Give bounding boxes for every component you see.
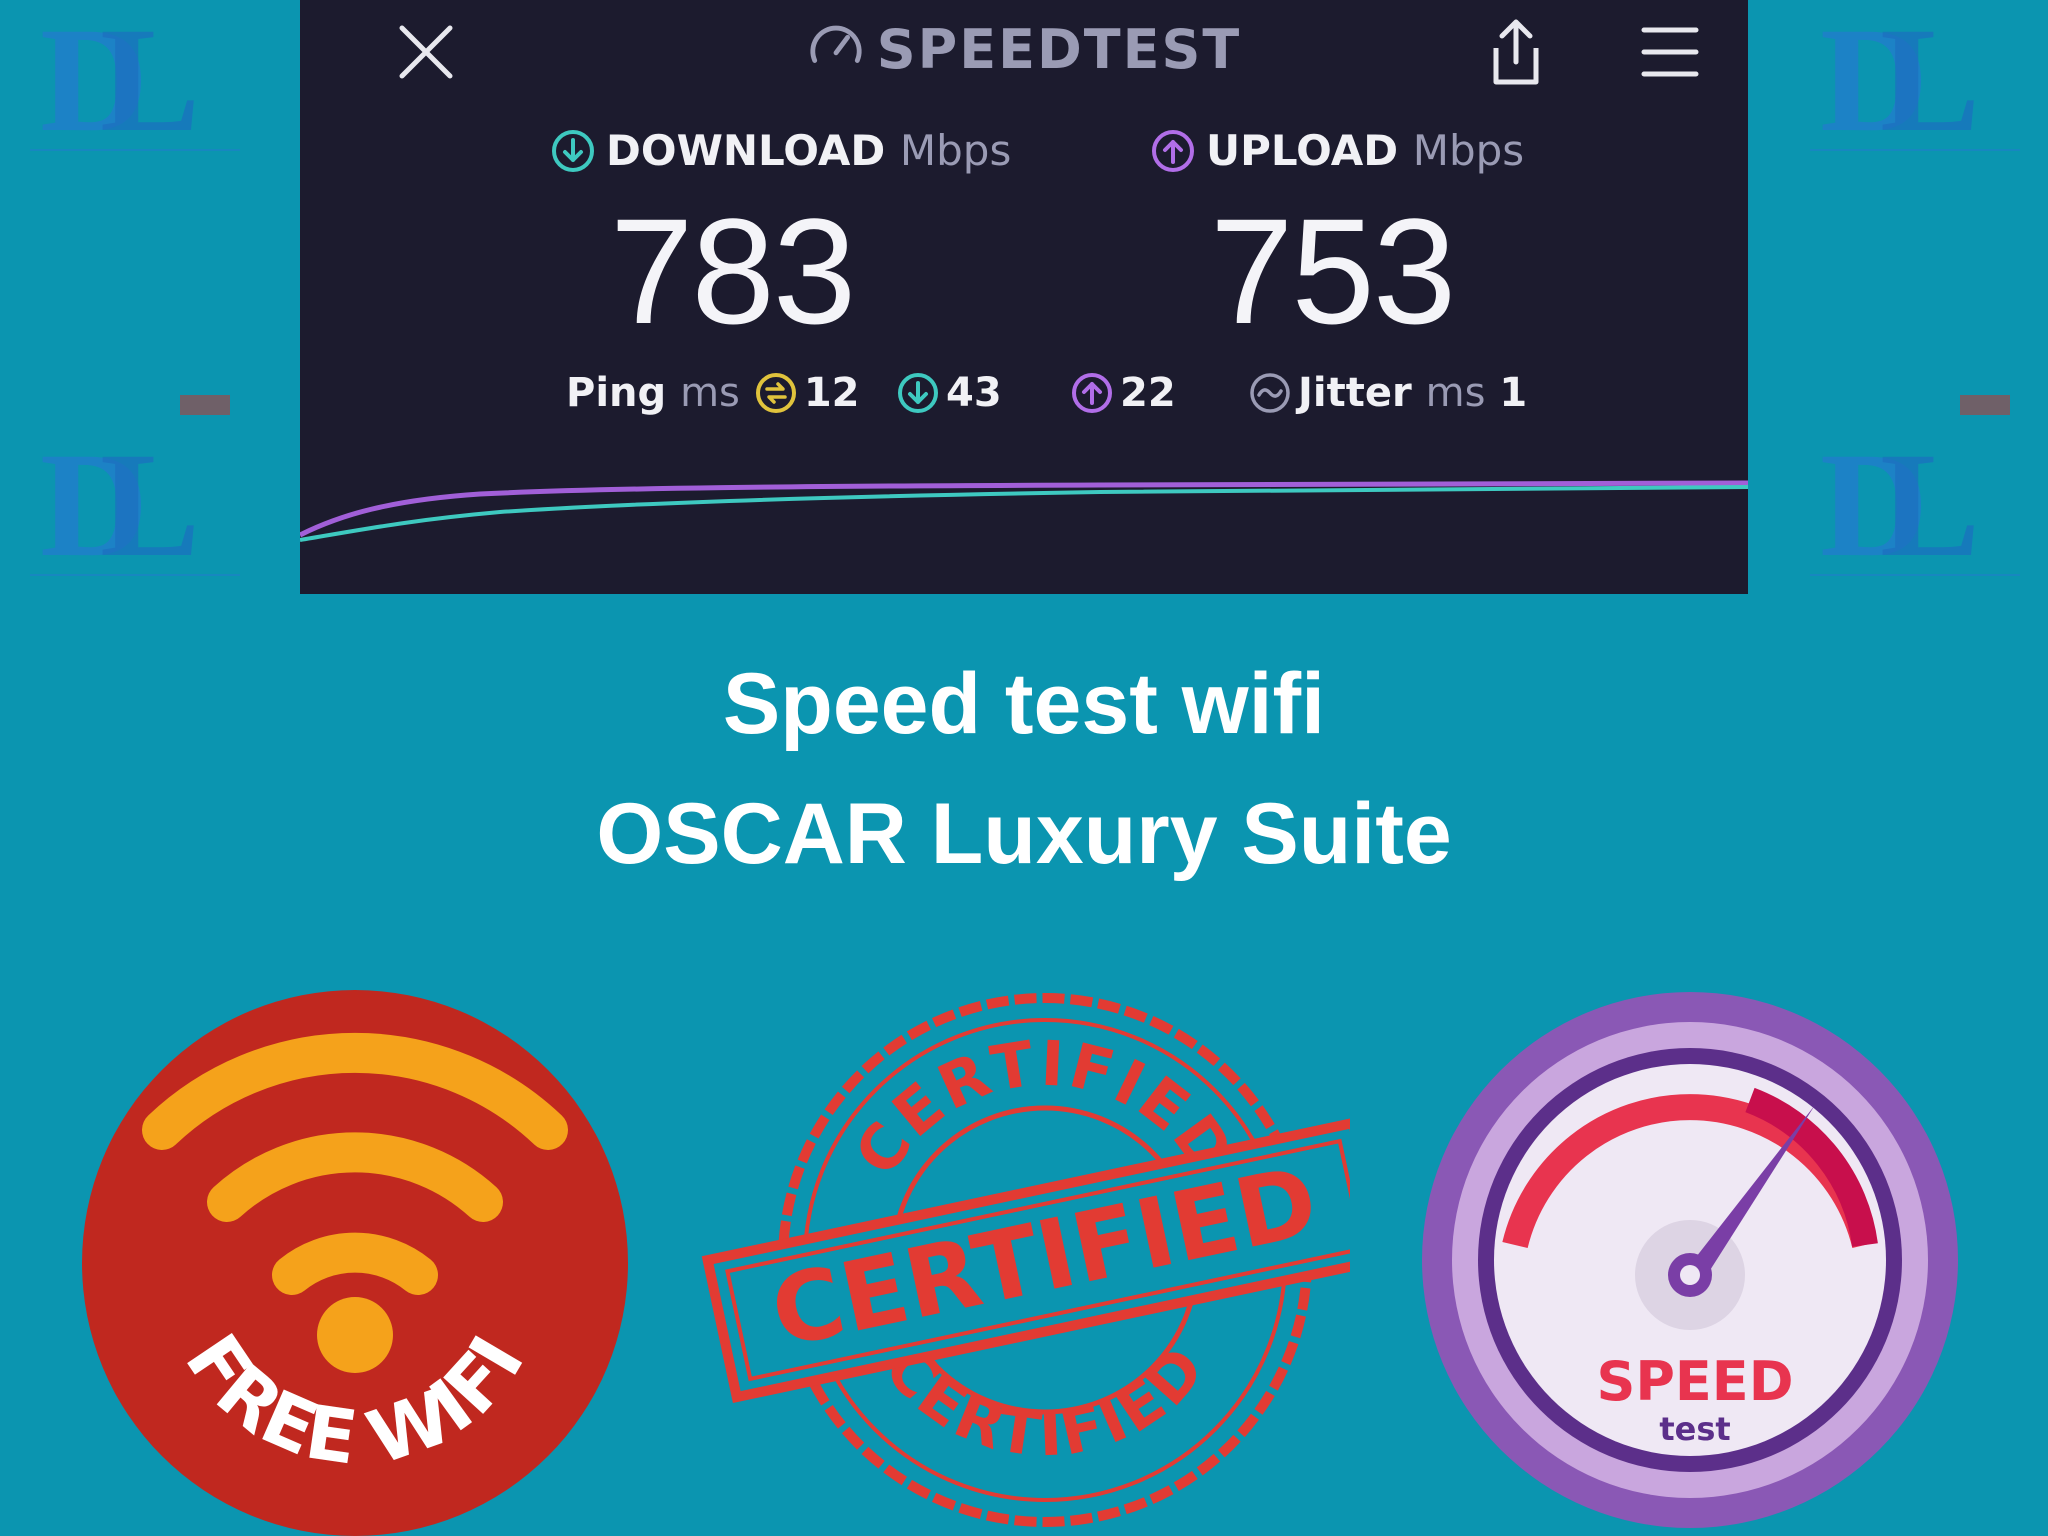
svg-text:L: L — [100, 422, 200, 588]
ping-idle: Ping ms 12 — [566, 370, 860, 416]
menu-icon[interactable] — [1640, 22, 1700, 82]
speed-graph — [300, 480, 1748, 542]
speed-test-badge: SPEED test — [1420, 990, 1960, 1530]
download-graph-line — [300, 485, 1748, 542]
svg-text:L: L — [1880, 422, 1980, 588]
download-arrow-icon — [552, 130, 594, 172]
jitter-unit: ms — [1425, 370, 1486, 416]
download-unit: Mbps — [899, 126, 1012, 175]
speed-sub-text: test — [1659, 1410, 1730, 1448]
watermark-logo-top-left: D L — [20, 0, 260, 200]
caption-line-1: Speed test wifi — [722, 656, 1326, 752]
jitter: Jitter ms 1 — [1248, 370, 1527, 416]
upload-unit: Mbps — [1412, 126, 1525, 175]
share-icon[interactable] — [1486, 16, 1546, 88]
jitter-icon — [1250, 373, 1290, 413]
svg-text:L: L — [100, 0, 200, 163]
upload-arrow-icon — [1152, 130, 1194, 172]
speedtest-result-card: SPEEDTEST DOWNLOAD Mbps 783 UPLOAD Mbps … — [300, 0, 1748, 594]
ping-label: Ping — [566, 370, 667, 416]
ping-download-value: 43 — [946, 370, 1002, 416]
jitter-label: Jitter — [1298, 370, 1412, 416]
download-header: DOWNLOAD Mbps — [550, 126, 1011, 175]
ping-download-icon — [898, 373, 938, 413]
upload-value: 753 — [1210, 187, 1456, 355]
speed-title-text: SPEED — [1596, 1350, 1793, 1413]
ping-upload-icon — [1072, 373, 1112, 413]
idle-ping-icon — [755, 373, 796, 413]
ping-download: 43 — [896, 370, 1002, 416]
watermark-logo-mid-left: D L — [20, 390, 260, 590]
certified-stamp: CERTIFIED CERTIFIED CERTIFIED — [700, 985, 1350, 1535]
upload-label: UPLOAD — [1206, 126, 1399, 175]
download-label: DOWNLOAD — [606, 126, 886, 175]
watermark-logo-mid-right: D L — [1800, 390, 2040, 590]
free-wifi-badge: FREE WIFI — [82, 990, 628, 1536]
watermark-logo-top-right: D L — [1800, 0, 2040, 200]
download-value: 783 — [610, 187, 856, 355]
gauge-icon — [807, 18, 865, 76]
ping-unit: ms — [680, 370, 740, 416]
latency-row: Ping ms 12 43 22 Jitter ms 1 — [300, 370, 1748, 430]
ping-upload-value: 22 — [1120, 370, 1176, 416]
ping-upload: 22 — [1070, 370, 1176, 416]
brand-label: SPEEDTEST — [876, 18, 1242, 81]
ping-idle-value: 12 — [803, 370, 860, 416]
jitter-value: 1 — [1499, 370, 1528, 416]
caption-line-2: OSCAR Luxury Suite — [596, 786, 1452, 882]
upload-header: UPLOAD Mbps — [1150, 126, 1524, 175]
svg-text:L: L — [1880, 0, 1980, 163]
